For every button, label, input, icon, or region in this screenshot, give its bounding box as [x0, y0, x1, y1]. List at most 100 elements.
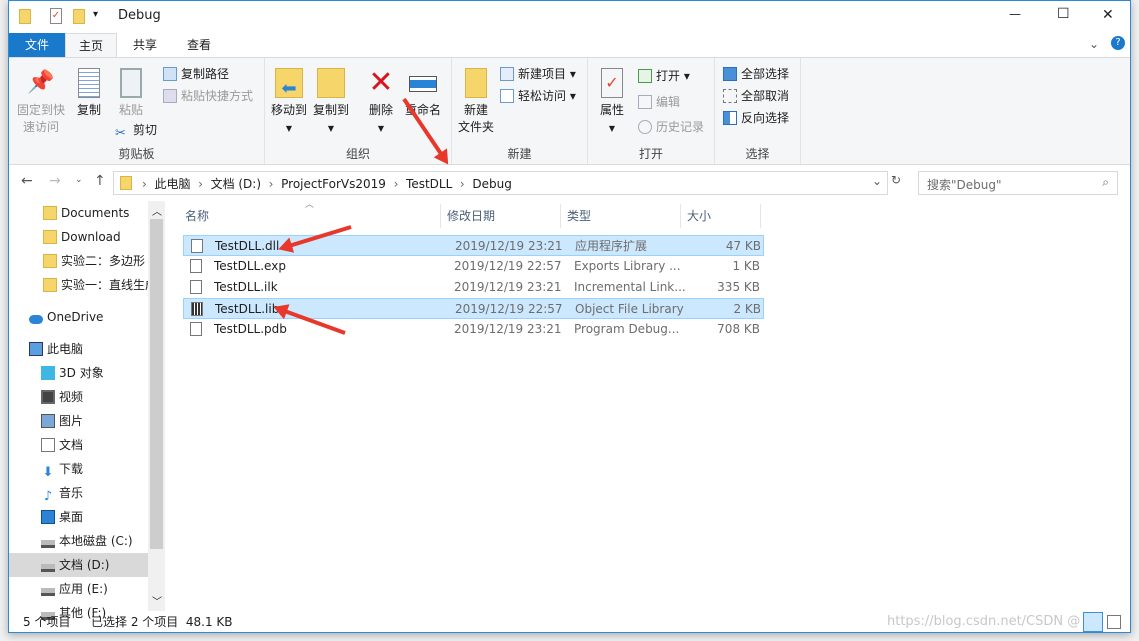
large-icons-view-button[interactable] [1107, 615, 1121, 629]
paste-button[interactable]: 粘贴 [113, 68, 149, 119]
select-group: 全部选择 全部取消 反向选择 选择 [715, 58, 801, 164]
forward-button[interactable]: → [49, 173, 61, 189]
history-button[interactable]: 历史记录 [638, 117, 704, 137]
minimize-button[interactable]: — [1009, 7, 1021, 21]
address-row: ← → ⌄ ↑ › 此电脑 › 文档 (D:) › ProjectForVs20… [9, 171, 1130, 195]
sidebar-item[interactable]: OneDrive [9, 305, 149, 329]
select-none-button[interactable]: 全部取消 [723, 86, 789, 106]
crumb-project[interactable]: ProjectForVs2019 [281, 177, 386, 191]
back-button[interactable]: ← [21, 173, 33, 189]
properties-button[interactable]: ✓ 属性 ▼ [594, 68, 630, 137]
file-name: TestDLL.dll [215, 239, 280, 253]
ribbon-tabs: 文件 主页 共享 查看 ⌄ ? [9, 33, 1130, 58]
new-group: 新建 文件夹 新建项目 ▾ 轻松访问 ▾ 新建 [452, 58, 588, 164]
file-row[interactable]: TestDLL.exp 2019/12/19 22:57 Exports Libra… [183, 256, 764, 277]
sidebar-item[interactable]: 应用 (E:) [9, 577, 149, 601]
scroll-up-icon[interactable]: ︿ [152, 203, 162, 218]
pin-quick-access-button[interactable]: 📌 固定到快 速访问 [15, 68, 67, 136]
delete-button[interactable]: ✕ 删除 ▼ [365, 68, 397, 137]
select-group-label: 选择 [745, 147, 770, 161]
column-type[interactable]: 类型 [561, 204, 681, 228]
address-bar[interactable]: › 此电脑 › 文档 (D:) › ProjectForVs2019 › Tes… [113, 171, 888, 195]
folder-icon [120, 176, 132, 190]
file-size: 1 KB [732, 259, 760, 273]
desktop-icon [41, 510, 55, 524]
tab-view[interactable]: 查看 [175, 33, 223, 57]
library-icon [191, 302, 203, 316]
new-group-label: 新建 [507, 147, 532, 161]
refresh-button[interactable]: ↻ [891, 173, 901, 187]
open-button[interactable]: 打开 ▾ [638, 66, 690, 86]
new-folder-button[interactable]: 新建 文件夹 [456, 68, 496, 136]
sidebar-item[interactable]: 文档 (D:) [9, 553, 149, 577]
window-title: Debug [118, 8, 161, 23]
search-icon: ⌕ [1102, 175, 1109, 189]
file-row[interactable]: TestDLL.dll 2019/12/19 23:21 应用程序扩展 47 KB [183, 235, 764, 256]
maximize-button[interactable]: ☐ [1057, 6, 1070, 22]
help-icon[interactable]: ? [1111, 36, 1125, 50]
file-name: TestDLL.lib [215, 302, 280, 316]
sidebar-item[interactable]: Documents [9, 201, 149, 225]
file-type: Exports Library ... [574, 259, 681, 273]
sidebar-item[interactable]: 视频 [9, 385, 149, 409]
address-dropdown-icon[interactable]: ⌄ [872, 174, 882, 188]
search-input[interactable]: 搜索"Debug" ⌕ [918, 171, 1118, 195]
column-size[interactable]: 大小 [681, 204, 761, 228]
sidebar-item[interactable]: 实验二：多边形 [9, 249, 149, 273]
nav-scrollbar[interactable]: ︿ ﹀ [148, 201, 165, 611]
file-row[interactable]: TestDLL.ilk 2019/12/19 23:21 Incremental L… [183, 277, 764, 298]
file-size: 335 KB [717, 280, 760, 294]
sidebar-item[interactable]: 本地磁盘 (C:) [9, 529, 149, 553]
crumb-drive-d[interactable]: 文档 (D:) [211, 177, 261, 191]
copy-to-button[interactable]: 复制到 ▼ [311, 68, 351, 137]
recent-locations-button[interactable]: ⌄ [75, 175, 83, 185]
new-folder-quick-icon[interactable] [73, 9, 85, 24]
file-row[interactable]: TestDLL.lib 2019/12/19 22:57 Object File L… [183, 298, 764, 319]
tab-home[interactable]: 主页 [65, 33, 117, 58]
sidebar-item-label: 桌面 [59, 510, 84, 524]
sidebar-item[interactable]: 实验一：直线生成 [9, 273, 149, 297]
sidebar-item[interactable]: ⬇ 下载 [9, 457, 149, 481]
scroll-thumb[interactable] [150, 219, 163, 549]
move-to-button[interactable]: ⬅ 移动到 ▼ [269, 68, 309, 137]
invert-selection-button[interactable]: 反向选择 [723, 108, 789, 128]
edit-button[interactable]: 编辑 [638, 92, 680, 112]
new-item-button[interactable]: 新建项目 ▾ [500, 64, 576, 84]
sidebar-item[interactable]: 图片 [9, 409, 149, 433]
tab-share[interactable]: 共享 [121, 33, 169, 57]
copy-button[interactable]: 复制 [71, 68, 107, 119]
properties-quick-icon[interactable]: ✓ [50, 8, 62, 24]
sidebar-item[interactable]: ♪ 音乐 [9, 481, 149, 505]
sidebar-item[interactable]: 文档 [9, 433, 149, 457]
file-row[interactable]: TestDLL.pdb 2019/12/19 23:21 Program Debug… [183, 319, 764, 340]
tab-file[interactable]: 文件 [9, 33, 65, 57]
select-all-button[interactable]: 全部选择 [723, 64, 789, 84]
customize-toolbar-icon[interactable]: ▾ [93, 9, 98, 20]
column-date[interactable]: 修改日期 [441, 204, 561, 228]
crumb-debug[interactable]: Debug [472, 177, 511, 191]
sidebar-item[interactable]: 3D 对象 [9, 361, 149, 385]
edit-icon [638, 95, 652, 109]
folder-icon [43, 254, 57, 268]
paste-shortcut-button[interactable]: 粘贴快捷方式 [163, 86, 253, 106]
column-name[interactable]: 名称 [179, 204, 441, 228]
expand-ribbon-icon[interactable]: ⌄ [1089, 37, 1099, 51]
crumb-testdll[interactable]: TestDLL [406, 177, 452, 191]
sidebar-item[interactable]: 桌面 [9, 505, 149, 529]
crumb-this-pc[interactable]: 此电脑 [154, 177, 190, 191]
sidebar-item[interactable]: Download [9, 225, 149, 249]
file-type: Incremental Link... [574, 280, 686, 294]
close-button[interactable]: ✕ [1102, 7, 1114, 23]
folder-icon [43, 278, 57, 292]
up-button[interactable]: ↑ [94, 173, 106, 189]
sidebar-item-label: 文档 [59, 438, 84, 452]
sidebar-item[interactable]: 此电脑 [9, 337, 149, 361]
cut-button[interactable]: ✂ 剪切 [115, 120, 157, 141]
details-view-button[interactable] [1083, 612, 1103, 632]
rename-button[interactable]: 重命名 [401, 68, 445, 119]
folder-icon [43, 230, 57, 244]
easy-access-button[interactable]: 轻松访问 ▾ [500, 86, 576, 106]
scroll-down-icon[interactable]: ﹀ [152, 593, 162, 608]
picture-icon [41, 414, 55, 428]
copy-path-button[interactable]: 复制路径 [163, 64, 229, 84]
